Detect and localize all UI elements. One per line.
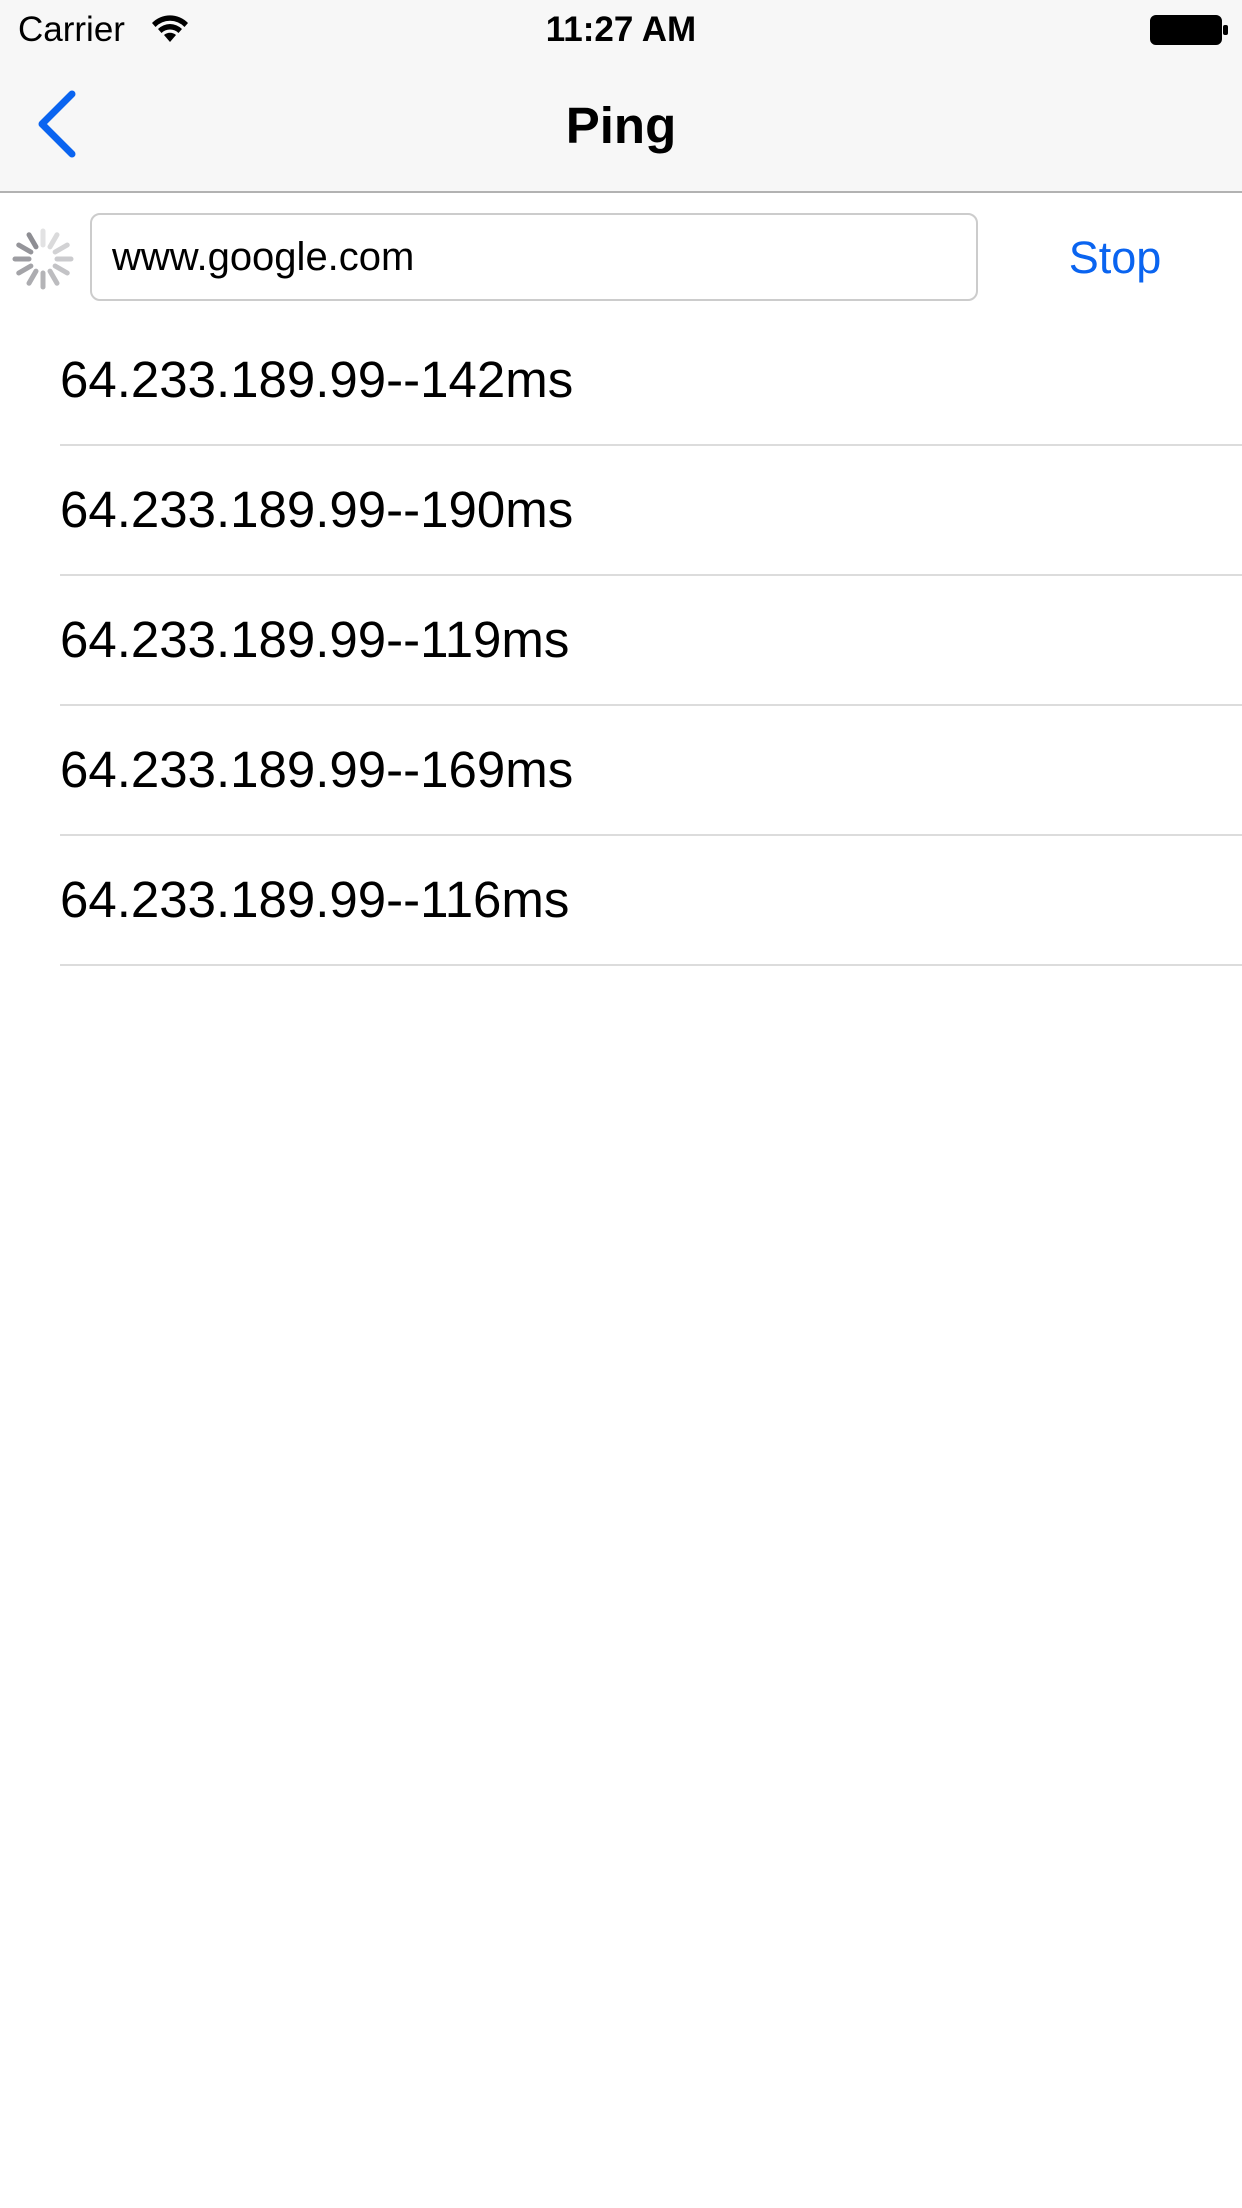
battery-icon xyxy=(1150,15,1228,45)
list-item[interactable]: 64.233.189.99--190ms xyxy=(60,446,1242,576)
page-title: Ping xyxy=(565,97,677,154)
stop-button[interactable]: Stop xyxy=(1040,226,1190,290)
result-text: 64.233.189.99--116ms xyxy=(60,871,570,928)
spinner-icon xyxy=(12,228,74,290)
list-item[interactable]: 64.233.189.99--116ms xyxy=(60,836,1242,966)
ping-result-list: 64.233.189.99--142ms 64.233.189.99--190ms… xyxy=(0,316,1242,966)
status-bar: Carrier 11:27 AM xyxy=(0,0,1242,60)
result-text: 64.233.189.99--190ms xyxy=(60,481,574,538)
navigation-bar: Ping xyxy=(0,60,1242,193)
result-text: 64.233.189.99--142ms xyxy=(60,351,574,408)
result-text: 64.233.189.99--169ms xyxy=(60,741,574,798)
list-item[interactable]: 64.233.189.99--169ms xyxy=(60,706,1242,836)
list-item[interactable]: 64.233.189.99--142ms xyxy=(60,316,1242,446)
list-item[interactable]: 64.233.189.99--119ms xyxy=(60,576,1242,706)
host-input[interactable] xyxy=(90,213,978,301)
status-time: 11:27 AM xyxy=(545,10,697,49)
result-text: 64.233.189.99--119ms xyxy=(60,611,570,668)
